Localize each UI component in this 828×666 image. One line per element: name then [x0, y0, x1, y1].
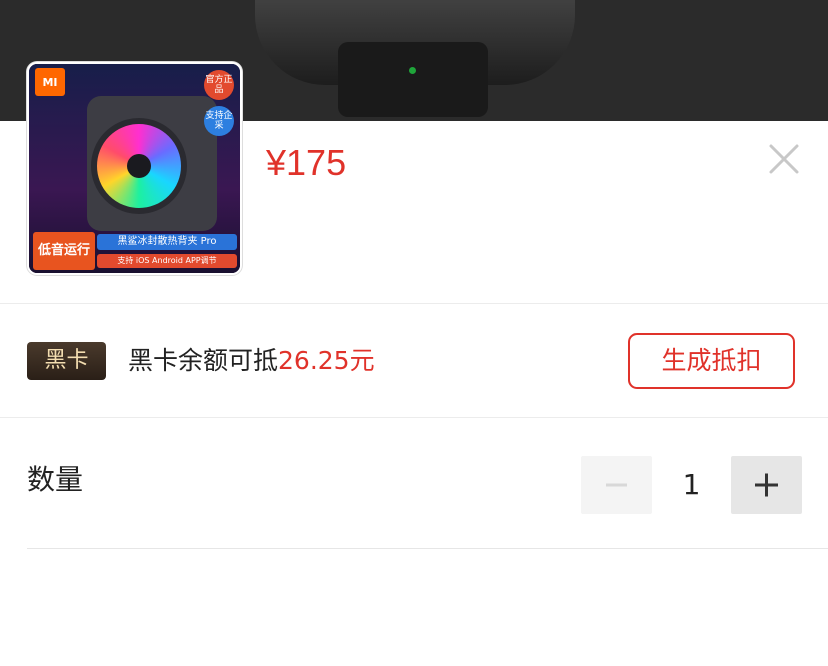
enterprise-badge: 支持企采	[204, 106, 234, 136]
product-price: ¥175	[266, 142, 347, 183]
product-name-label: 黑鲨冰封散热背夹 Pro	[97, 234, 237, 250]
official-badge: 官方正品	[204, 70, 234, 100]
quantity-value[interactable]: 1	[652, 456, 731, 514]
close-button[interactable]	[767, 142, 801, 176]
backdrop-product-base	[338, 42, 488, 117]
backdrop-led-dot	[409, 67, 416, 74]
divider	[0, 303, 828, 304]
blackcard-amount: 26.25元	[278, 346, 375, 375]
mi-logo: MI	[35, 68, 65, 96]
product-thumbnail[interactable]: MI 官方正品 支持企采 低音运行 黑鲨冰封散热背夹 Pro 支持 iOS An…	[27, 62, 242, 275]
quantity-decrease-button[interactable]	[581, 456, 652, 514]
divider	[0, 417, 828, 418]
quantity-label: 数量	[27, 463, 84, 496]
rgb-fan-image	[91, 118, 187, 214]
close-icon	[769, 144, 799, 174]
quiet-label: 低音运行	[33, 232, 95, 270]
blackcard-text-prefix: 黑卡余额可抵	[128, 346, 279, 375]
blackcard-text: 黑卡余额可抵26.25元	[128, 342, 375, 380]
plus-icon	[755, 473, 778, 497]
generate-deduction-button[interactable]: 生成抵扣	[628, 333, 795, 389]
bottom-divider	[27, 548, 828, 549]
minus-icon	[606, 483, 627, 487]
quantity-increase-button[interactable]	[731, 456, 802, 514]
support-label: 支持 iOS Android APP调节	[97, 254, 237, 268]
blackcard-tag: 黑卡	[27, 342, 106, 380]
